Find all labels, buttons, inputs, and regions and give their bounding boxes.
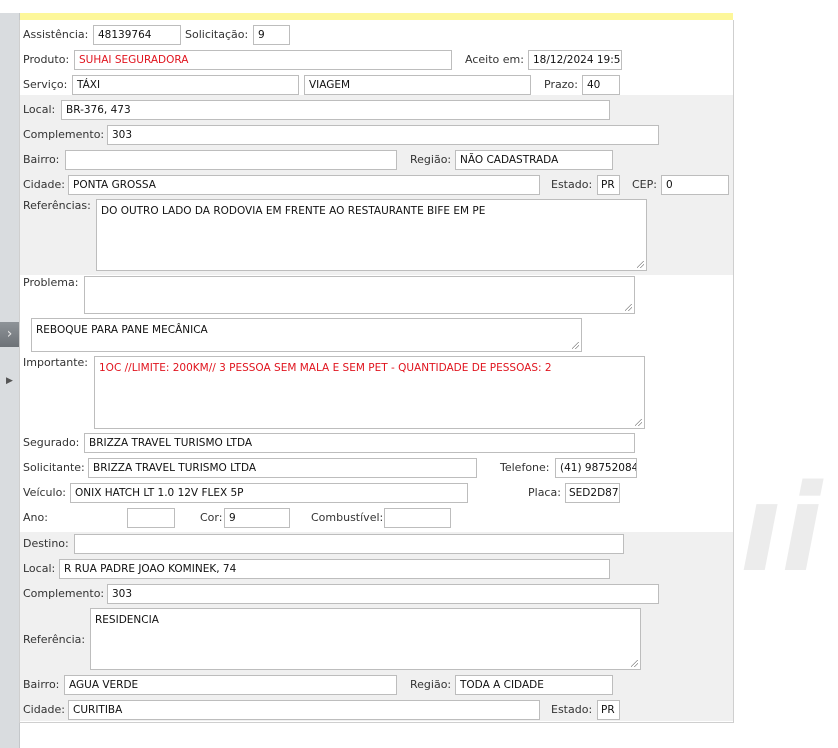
aceito-label: Aceito em: (465, 53, 524, 66)
cidade-input[interactable]: PONTA GROSSA (68, 175, 540, 195)
destino-local-label: Local: (23, 562, 56, 575)
combustivel-input[interactable] (384, 508, 451, 528)
aceito-input[interactable]: 18/12/2024 19:50 (528, 50, 622, 70)
destino-regiao-label: Região: (410, 678, 452, 691)
problema-textarea[interactable] (84, 276, 635, 314)
problema-label: Problema: (23, 276, 79, 289)
regiao-label: Região: (410, 153, 452, 166)
servico-type-input[interactable]: VIAGEM (304, 75, 531, 95)
destino-regiao-input[interactable]: TODA A CIDADE (455, 675, 613, 695)
assistencia-label: Assistência: (23, 28, 89, 41)
destino-local-input[interactable]: R RUA PADRE JOAO KOMINEK, 74 (59, 559, 610, 579)
destino-cidade-label: Cidade: (23, 703, 65, 716)
prazo-input[interactable]: 40 (582, 75, 620, 95)
solicitacao-label: Solicitação: (185, 28, 249, 41)
cor-label: Cor: (200, 511, 223, 524)
assistencia-input[interactable]: 48139764 (93, 25, 181, 45)
telefone-label: Telefone: (500, 461, 550, 474)
destino-bairro-label: Bairro: (23, 678, 60, 691)
destino-complemento-label: Complemento: (23, 587, 105, 600)
triangle-right-icon[interactable]: ▶ (6, 376, 13, 386)
cep-input[interactable]: 0 (661, 175, 729, 195)
ano-label: Ano: (23, 511, 48, 524)
destino-referencia-label: Referência: (23, 633, 86, 646)
combustivel-label: Combustível: (311, 511, 384, 524)
segurado-label: Segurado: (23, 436, 80, 449)
ano-input[interactable] (127, 508, 175, 528)
telefone-input[interactable]: (41) 987520845 (555, 458, 637, 478)
local-input[interactable]: BR-376, 473 (61, 100, 610, 120)
destino-bairro-input[interactable]: AGUA VERDE (64, 675, 397, 695)
referencias-textarea[interactable]: DO OUTRO LADO DA RODOVIA EM FRENTE AO RE… (96, 199, 647, 271)
chevron-right-icon[interactable]: › (0, 322, 19, 347)
cep-label: CEP: (632, 178, 657, 191)
destino-estado-label: Estado: (551, 703, 593, 716)
placa-input[interactable]: SED2D87 (565, 483, 620, 503)
regiao-input[interactable]: NÃO CADASTRADA (455, 150, 613, 170)
importante-label: Importante: (23, 356, 89, 369)
prazo-label: Prazo: (544, 78, 578, 91)
complemento-label: Complemento: (23, 128, 105, 141)
importante-textarea[interactable]: 1OC //LIMITE: 200KM// 3 PESSOA SEM MALA … (94, 356, 645, 429)
local-label: Local: (23, 103, 56, 116)
watermark-logo: ıi (740, 460, 823, 599)
servico-label: Serviço: (23, 78, 68, 91)
produto-input[interactable]: SUHAI SEGURADORA (74, 50, 452, 70)
destino-estado-input[interactable]: PR (597, 700, 620, 720)
bairro-input[interactable] (65, 150, 397, 170)
destino-cidade-input[interactable]: CURITIBA (68, 700, 540, 720)
produto-label: Produto: (23, 53, 70, 66)
destino-label: Destino: (23, 537, 69, 550)
servico-input[interactable]: TÁXI (72, 75, 299, 95)
destino-referencia-textarea[interactable]: RESIDENCIA (90, 608, 641, 670)
estado-label: Estado: (551, 178, 593, 191)
destino-input[interactable] (74, 534, 624, 554)
solicitante-label: Solicitante: (23, 461, 85, 474)
referencias-label: Referências: (23, 199, 91, 212)
cor-input[interactable]: 9 (224, 508, 290, 528)
complemento-input[interactable]: 303 (107, 125, 659, 145)
destino-complemento-input[interactable]: 303 (107, 584, 659, 604)
veiculo-label: Veículo: (23, 486, 67, 499)
solicitacao-input[interactable]: 9 (253, 25, 290, 45)
solicitante-input[interactable]: BRIZZA TRAVEL TURISMO LTDA (88, 458, 477, 478)
placa-label: Placa: (528, 486, 561, 499)
problema-detail-textarea[interactable]: REBOQUE PARA PANE MECÂNICA (31, 318, 582, 352)
segurado-input[interactable]: BRIZZA TRAVEL TURISMO LTDA (84, 433, 635, 453)
estado-input[interactable]: PR (597, 175, 620, 195)
cidade-label: Cidade: (23, 178, 65, 191)
veiculo-input[interactable]: ONIX HATCH LT 1.0 12V FLEX 5P (70, 483, 468, 503)
bairro-label: Bairro: (23, 153, 60, 166)
